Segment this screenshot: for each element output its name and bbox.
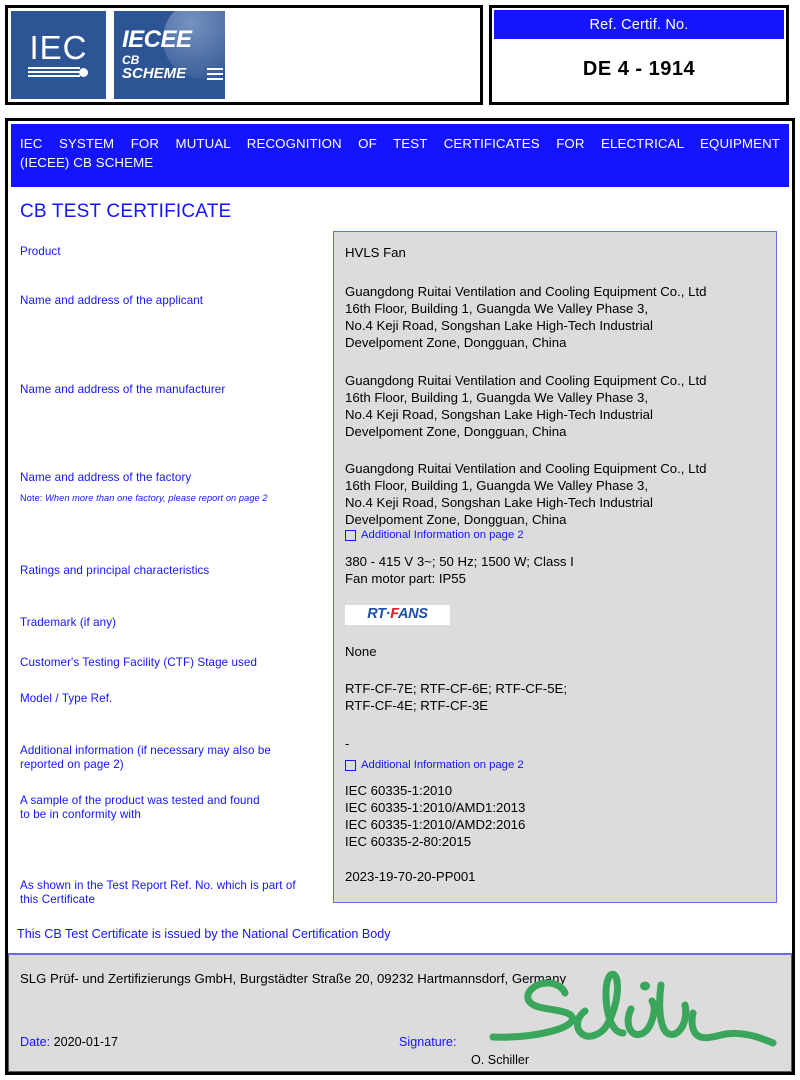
trademark-logo-rt-fans: RT·FANS — [345, 604, 450, 625]
iec-logo-text: IEC — [29, 28, 88, 66]
trademark-text-part-1: RT· — [367, 606, 391, 623]
logo-group: IEC IECEE CB SCHEME — [11, 11, 225, 99]
field-value-test-report-ref: 2023-19-70-20-PP001 — [345, 868, 476, 884]
banner-line-1: IEC SYSTEM FOR MUTUAL RECOGNITION OF TES… — [20, 136, 780, 151]
field-value-column: HVLS Fan Guangdong Ruitai Ventilation an… — [333, 230, 777, 903]
field-label-test-report-ref: As shown in the Test Report Ref. No. whi… — [20, 878, 296, 907]
field-label-factory-text: Name and address of the factory — [20, 470, 192, 484]
ref-certif-no-value: DE 4 - 1914 — [494, 39, 784, 100]
checkbox-unchecked-icon[interactable] — [345, 529, 356, 541]
iec-logo-lines-icon — [27, 66, 90, 80]
checkbox-unchecked-icon[interactable] — [345, 759, 356, 771]
page-title: CB TEST CERTIFICATE — [20, 200, 232, 222]
field-label-factory: Name and address of the factory Note: Wh… — [20, 471, 268, 505]
field-label-manufacturer: Name and address of the manufacturer — [20, 382, 226, 396]
field-label-product: Product — [20, 244, 61, 258]
field-label-ctf-stage: Customer's Testing Facility (CTF) Stage … — [20, 655, 258, 669]
issue-date: Date: 2020-01-17 — [20, 1035, 118, 1049]
field-label-additional-info: Additional information (if necessary may… — [20, 743, 271, 772]
field-label-trademark: Trademark (if any) — [20, 615, 117, 629]
iecee-logo-bars-icon — [207, 68, 223, 83]
note-prefix: Note: — [20, 493, 43, 504]
field-value-conformity: IEC 60335-1:2010 IEC 60335-1:2010/AMD1:2… — [345, 782, 526, 849]
certificate-body: Product Name and address of the applican… — [11, 230, 789, 906]
certificate-header: IEC IECEE CB SCHEME Ref. Certif. No. DE … — [5, 5, 795, 105]
field-label-factory-note: Note: When more than one factory, please… — [20, 493, 268, 505]
iecee-cb-scheme-logo: IECEE CB SCHEME — [114, 11, 225, 99]
iecee-logo-text: IECEE — [122, 25, 192, 53]
certificate-footer: SLG Prüf- und Zertifizierungs GmbH, Burg… — [8, 955, 792, 1072]
field-label-ratings: Ratings and principal characteristics — [20, 563, 210, 577]
additional-info-link-factory[interactable]: Additional Information on page 2 — [345, 529, 524, 543]
field-value-factory: Guangdong Ruitai Ventilation and Cooling… — [345, 460, 707, 527]
additional-info-link-page2[interactable]: Additional Information on page 2 — [345, 759, 524, 773]
field-value-manufacturer: Guangdong Ruitai Ventilation and Cooling… — [345, 372, 707, 439]
iec-logo: IEC — [11, 11, 106, 99]
logo-divider — [106, 11, 114, 99]
certificate-main-frame: IEC SYSTEM FOR MUTUAL RECOGNITION OF TES… — [5, 118, 795, 1075]
banner-line-2: (IECEE) CB SCHEME — [20, 155, 154, 171]
trademark-text-part-red: F — [390, 606, 399, 623]
issue-date-value: 2020-01-17 — [53, 1035, 119, 1049]
iecee-scheme-banner: IEC SYSTEM FOR MUTUAL RECOGNITION OF TES… — [11, 124, 789, 187]
field-label-conformity: A sample of the product was tested and f… — [20, 793, 260, 822]
ref-certif-no-label: Ref. Certif. No. — [494, 10, 784, 39]
field-value-additional-info: - — [345, 735, 350, 751]
field-label-applicant: Name and address of the applicant — [20, 293, 204, 307]
signatory-name: O. Schiller — [471, 1053, 530, 1067]
field-value-model-type-ref: RTF-CF-7E; RTF-CF-6E; RTF-CF-5E; RTF-CF-… — [345, 680, 567, 713]
iec-logo-dot-icon — [78, 67, 88, 77]
issued-by-statement: This CB Test Certificate is issued by th… — [17, 927, 391, 941]
trademark-logo-text: RT·FANS — [367, 606, 428, 623]
additional-info-link-page2-label: Additional Information on page 2 — [361, 758, 524, 771]
field-value-applicant: Guangdong Ruitai Ventilation and Cooling… — [345, 283, 707, 350]
additional-info-link-factory-label: Additional Information on page 2 — [361, 528, 524, 541]
field-label-model-type-ref: Model / Type Ref. — [20, 691, 113, 705]
issue-date-label: Date: — [20, 1035, 51, 1049]
ref-certif-no-box: Ref. Certif. No. DE 4 - 1914 — [489, 5, 789, 105]
field-value-ctf-stage: None — [345, 643, 377, 659]
trademark-text-part-2: ANS — [398, 606, 428, 623]
signature-label: Signature: — [399, 1035, 457, 1049]
national-certification-body-name: SLG Prüf- und Zertifizierungs GmbH, Burg… — [20, 971, 567, 986]
field-value-product: HVLS Fan — [345, 244, 406, 260]
field-value-ratings: 380 - 415 V 3~; 50 Hz; 1500 W; Class I F… — [345, 553, 574, 586]
cb-test-certificate-page: IEC IECEE CB SCHEME Ref. Certif. No. DE … — [0, 0, 800, 1080]
note-text: When more than one factory, please repor… — [45, 493, 268, 504]
logo-box: IEC IECEE CB SCHEME — [5, 5, 483, 105]
